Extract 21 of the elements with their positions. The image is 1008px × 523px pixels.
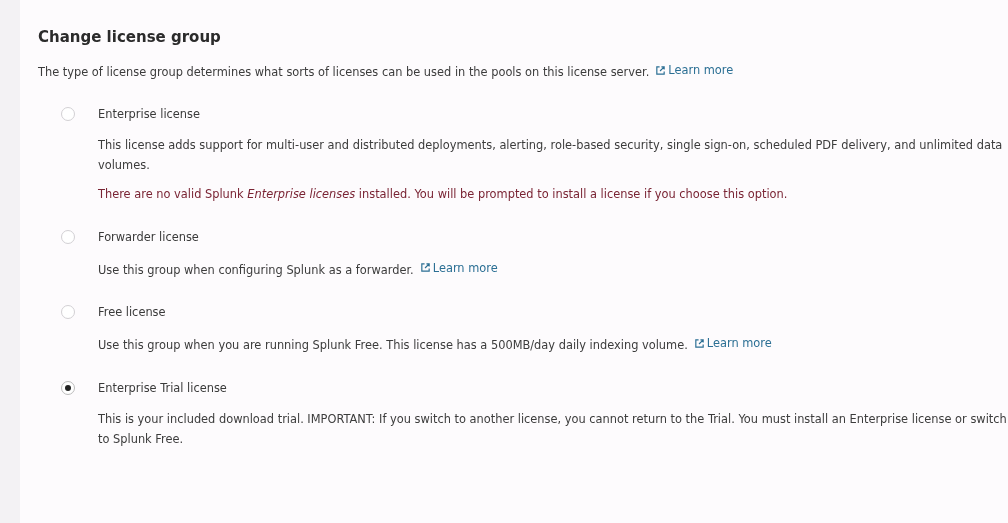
radio-button[interactable] (61, 380, 75, 395)
option-label: Enterprise license (98, 105, 201, 123)
option-description: Use this group when you are running Splunk Free. This license has a 500MB/day daily indexing volume. Learn more (98, 333, 1008, 355)
option-label: Forwarder license (98, 228, 200, 246)
radio-button[interactable] (61, 229, 75, 244)
learn-more-link[interactable]: Learn more (655, 60, 734, 80)
warning-text: There are no valid Splunk Enterprise licenses installed. You will be prompted to install a license if you choose this option. (98, 185, 789, 203)
option-description: This is your included download trial. IMPORTANT: If you switch to another license, you cannot return to the Trial. You must install an Enterprise license or switch to Splunk Free. (98, 410, 1008, 448)
learn-more-link[interactable]: Learn more (419, 257, 498, 278)
learn-more-link[interactable]: Learn more (693, 333, 772, 353)
radio-button[interactable] (61, 305, 75, 319)
external-link-icon (655, 64, 667, 76)
external-link-icon (419, 262, 431, 273)
intro-text: The type of license group determines what sorts of licenses can be used in the pools on this license server. Learn more (38, 60, 1008, 82)
option-description: This license adds support for multi-user and distributed deployments, alerting, role-based security, single sign-on, scheduled PDF delivery, and unlimited data volumes. (98, 136, 1004, 174)
external-link-icon (693, 337, 705, 349)
radio-button[interactable] (61, 106, 75, 121)
section-title: Change license group (38, 28, 222, 46)
option-description: Use this group when configuring Splunk as a forwarder. Learn more (98, 257, 1008, 279)
option-label: Enterprise Trial license (98, 379, 228, 397)
option-label: Free license (98, 304, 167, 321)
